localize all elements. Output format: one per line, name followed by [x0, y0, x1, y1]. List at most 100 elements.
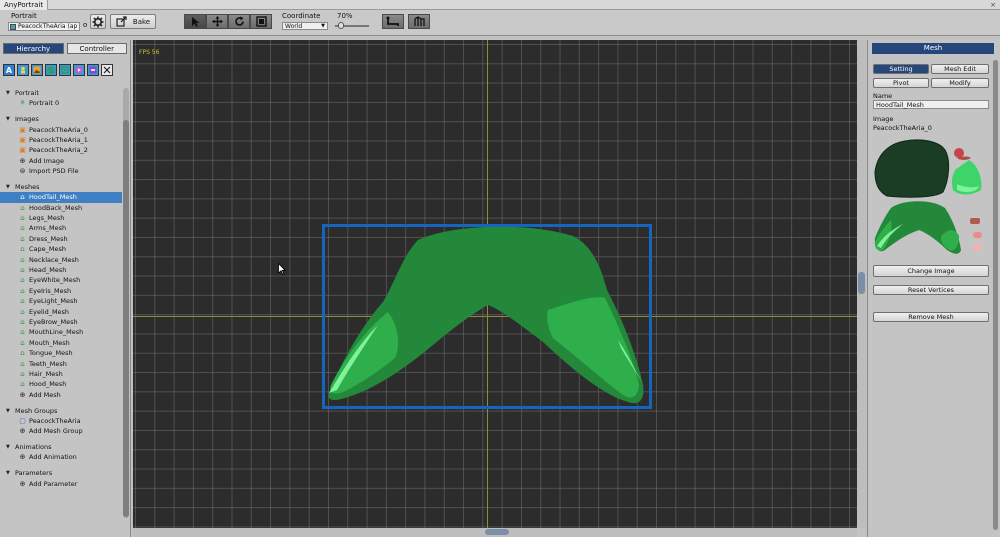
scene-viewport[interactable]: FPS 56 — [133, 40, 857, 528]
tree-item[interactable]: ⚘ Portrait 0 — [0, 98, 122, 108]
select-tool-button[interactable] — [184, 14, 206, 29]
portrait-picker-dot[interactable]: o — [83, 21, 87, 29]
tree-item-label: Hair_Mesh — [29, 369, 63, 378]
expand-arrow-icon[interactable]: ▼ — [6, 88, 10, 98]
rotate-tool-button[interactable] — [228, 14, 250, 29]
tree-item-label: Hood_Mesh — [29, 380, 67, 389]
settings-button[interactable] — [90, 14, 106, 29]
tree-item[interactable]: ▢ PeacockTheAria — [0, 416, 122, 426]
tree-item[interactable]: ⌂ EyeIris_Mesh — [0, 286, 122, 296]
tree-item[interactable]: ⊕ Add Parameter — [0, 479, 122, 489]
mesh-icon: ⌂ — [20, 328, 25, 337]
tree-section-parameters[interactable]: ▼ Parameters — [0, 468, 122, 478]
modify-button[interactable]: Modify — [931, 78, 989, 88]
import-icon: ⊜ — [19, 167, 26, 176]
viewport-vertical-thumb[interactable] — [858, 272, 865, 294]
tab-hierarchy[interactable]: Hierarchy — [3, 43, 64, 54]
mesh-icon: ⌂ — [20, 380, 25, 389]
tree-item-label: Add Animation — [29, 453, 77, 462]
tree-item-label: Portrait 0 — [29, 99, 60, 108]
close-filter-icon[interactable] — [101, 64, 113, 76]
tree-item[interactable]: ▣ PeacockTheAria_2 — [0, 145, 122, 155]
bone-filter-icon[interactable] — [17, 64, 29, 76]
reset-vertices-button[interactable]: Reset Vertices — [873, 285, 989, 295]
tab-mesh-edit[interactable]: Mesh Edit — [931, 64, 989, 74]
tree-item[interactable]: ⌂ Arms_Mesh — [0, 223, 122, 233]
viewport-horizontal-thumb[interactable] — [485, 529, 509, 535]
tree-item[interactable]: ⌂ Tongue_Mesh — [0, 348, 122, 358]
zoom-slider-handle[interactable] — [338, 22, 344, 29]
tab-setting[interactable]: Setting — [873, 64, 929, 74]
tree-item[interactable]: ⌂ Eyelid_Mesh — [0, 307, 122, 317]
tree-section-label: Animations — [15, 443, 52, 452]
hierarchy-scrollbar-thumb[interactable] — [123, 120, 129, 517]
animation-filter-icon[interactable] — [73, 64, 85, 76]
expand-arrow-icon[interactable]: ▼ — [6, 114, 10, 124]
tree-section-animations[interactable]: ▼ Animations — [0, 442, 122, 452]
bone-view-button[interactable] — [382, 14, 404, 29]
change-image-button[interactable]: Change Image — [873, 265, 989, 277]
mesh-view-icon — [414, 16, 425, 26]
tree-item[interactable]: ⌂ Hood_Mesh — [0, 379, 122, 389]
tree-item[interactable]: ⌂ Necklace_Mesh — [0, 255, 122, 265]
coordinate-select[interactable]: World ▼ — [282, 22, 328, 30]
tree-item[interactable]: ⌂ HoodTail_Mesh — [0, 192, 122, 203]
image-filter-icon[interactable] — [31, 64, 43, 76]
viewport-horizontal-scrollbar[interactable] — [133, 528, 857, 537]
bake-button[interactable]: Bake — [110, 14, 156, 29]
mesh-icon: ⌂ — [20, 297, 25, 306]
tree-item[interactable]: ⌂ Mouth_Mesh — [0, 338, 122, 348]
tree-section-portrait[interactable]: ▼ Portrait — [0, 88, 122, 98]
tree-item[interactable]: ▣ PeacockTheAria_1 — [0, 135, 122, 145]
tree-item[interactable]: ⊕ Add Image — [0, 156, 122, 166]
portrait-object-field[interactable]: PeacockTheAria (ap — [8, 22, 80, 31]
tree-item[interactable]: ⌂ MouthLine_Mesh — [0, 327, 122, 337]
mesh-filter-icon[interactable] — [45, 64, 57, 76]
expand-arrow-icon[interactable]: ▼ — [6, 468, 10, 478]
tree-item-label: Add Image — [29, 156, 65, 165]
text-filter-icon[interactable]: A — [3, 64, 15, 76]
tree-item[interactable]: ⌂ Cape_Mesh — [0, 244, 122, 254]
tree-section-images[interactable]: ▼ Images — [0, 114, 122, 124]
tree-item[interactable]: ⌂ EyeWhite_Mesh — [0, 275, 122, 285]
move-tool-button[interactable] — [206, 14, 228, 29]
bone-view-icon — [386, 16, 399, 26]
meshgroup-filter-icon[interactable] — [59, 64, 71, 76]
tab-controller[interactable]: Controller — [66, 43, 127, 54]
tree-item-label: EyeBrow_Mesh — [29, 317, 78, 326]
tree-item-label: EyeIris_Mesh — [29, 286, 72, 295]
mesh-name-input[interactable]: HoodTail_Mesh — [873, 100, 989, 109]
expand-arrow-icon[interactable]: ▼ — [6, 406, 10, 416]
tree-item[interactable]: ⊕ Add Mesh Group — [0, 426, 122, 436]
tree-item[interactable]: ⌂ Dress_Mesh — [0, 234, 122, 244]
tree-item[interactable]: ⌂ EyeBrow_Mesh — [0, 317, 122, 327]
tree-item-label: Teeth_Mesh — [29, 359, 67, 368]
remove-mesh-button[interactable]: Remove Mesh — [873, 312, 989, 322]
tree-item[interactable]: ⌂ Head_Mesh — [0, 265, 122, 275]
add-icon: ⊕ — [19, 156, 26, 165]
window-tab[interactable]: AnyPortrait — [0, 0, 49, 10]
close-window-icon[interactable]: × — [989, 1, 997, 9]
tree-item[interactable]: ⊕ Add Animation — [0, 452, 122, 462]
tree-item[interactable]: ⊕ Add Mesh — [0, 390, 122, 400]
expand-arrow-icon[interactable]: ▼ — [6, 182, 10, 192]
param-filter-icon[interactable] — [87, 64, 99, 76]
scale-tool-button[interactable] — [250, 14, 272, 29]
tree-item[interactable]: ⌂ Teeth_Mesh — [0, 359, 122, 369]
viewport-vertical-scrollbar[interactable] — [857, 40, 866, 528]
tree-section-label: Parameters — [15, 469, 53, 478]
tree-item-label: Add Mesh Group — [29, 427, 83, 436]
tree-item[interactable]: ⌂ Hair_Mesh — [0, 369, 122, 379]
tree-item[interactable]: ⌂ HoodBack_Mesh — [0, 203, 122, 213]
tree-item[interactable]: ⊜ Import PSD File — [0, 166, 122, 176]
tree-section-mesh-groups[interactable]: ▼ Mesh Groups — [0, 406, 122, 416]
tree-item-label: Necklace_Mesh — [29, 255, 79, 264]
mesh-view-button[interactable] — [408, 14, 430, 29]
inspector-scrollbar-thumb[interactable] — [993, 60, 998, 530]
tree-item[interactable]: ▣ PeacockTheAria_0 — [0, 125, 122, 135]
pivot-button[interactable]: Pivot — [873, 78, 929, 88]
tree-item[interactable]: ⌂ EyeLight_Mesh — [0, 296, 122, 306]
tree-section-meshes[interactable]: ▼ Meshes — [0, 182, 122, 192]
expand-arrow-icon[interactable]: ▼ — [6, 442, 10, 452]
tree-item[interactable]: ⌂ Legs_Mesh — [0, 213, 122, 223]
